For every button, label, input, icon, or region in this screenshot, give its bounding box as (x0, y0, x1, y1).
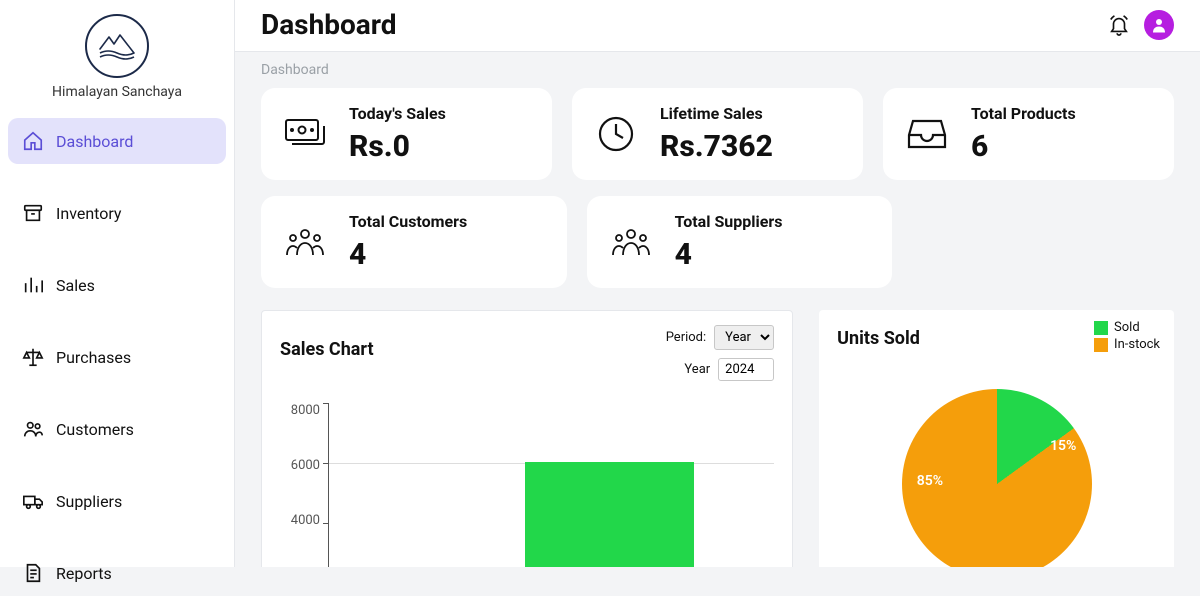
sidebar-item-sales[interactable]: Sales (8, 262, 226, 308)
sidebar-item-inventory[interactable]: Inventory (8, 190, 226, 236)
stat-label: Today's Sales (349, 104, 446, 123)
bar-chart: 8000 6000 4000 2000 (280, 403, 774, 567)
user-icon (1150, 16, 1168, 34)
year-label: Year (684, 362, 710, 377)
sidebar-nav: Dashboard Inventory Sales Purchases (0, 118, 234, 596)
units-legend: Sold In-stock (1094, 320, 1160, 354)
content: Today's Sales Rs.0 Lifetime Sales Rs.736… (235, 88, 1200, 567)
top-actions (1108, 10, 1174, 40)
stat-label: Total Customers (349, 212, 467, 231)
group-icon (609, 220, 653, 264)
plot-area (328, 403, 774, 567)
stat-label: Lifetime Sales (660, 104, 773, 123)
stat-label: Total Products (971, 104, 1076, 123)
stat-value: Rs.0 (349, 129, 446, 164)
stat-label: Total Suppliers (675, 212, 783, 231)
pie-label-sold: 15% (1050, 438, 1076, 454)
users-icon (22, 418, 44, 440)
sidebar-item-label: Purchases (56, 348, 131, 367)
y-axis: 8000 6000 4000 2000 (280, 403, 328, 567)
sales-chart-title: Sales Chart (280, 339, 374, 360)
units-sold-card: Units Sold Sold In-stock 85% (819, 310, 1174, 567)
sidebar-item-purchases[interactable]: Purchases (8, 334, 226, 380)
breadcrumb: Dashboard (235, 52, 1200, 88)
main-area: Dashboard Dashboard Today's Sales (235, 0, 1200, 567)
sidebar-item-dashboard[interactable]: Dashboard (8, 118, 226, 164)
sidebar-item-label: Inventory (56, 204, 122, 223)
pie-chart: 85% 15% (837, 389, 1156, 567)
stats-row-2: Total Customers 4 Total Suppliers 4 (261, 196, 1174, 288)
stat-card-total-products: Total Products 6 (883, 88, 1174, 180)
notifications-button[interactable] (1108, 14, 1130, 36)
sidebar-item-label: Reports (56, 564, 112, 583)
sidebar-item-label: Sales (56, 276, 95, 295)
sidebar-item-label: Dashboard (56, 132, 133, 151)
brand-logo (85, 14, 149, 78)
topbar: Dashboard (235, 0, 1200, 52)
sidebar: Himalayan Sanchaya Dashboard Inventory S… (0, 0, 235, 567)
group-icon (283, 220, 327, 264)
stat-card-lifetime-sales: Lifetime Sales Rs.7362 (572, 88, 863, 180)
cash-icon (283, 112, 327, 156)
archive-icon (22, 202, 44, 224)
truck-icon (22, 490, 44, 512)
tray-icon (905, 112, 949, 156)
sidebar-item-label: Suppliers (56, 492, 122, 511)
stat-card-total-suppliers: Total Suppliers 4 (587, 196, 893, 288)
pie-label-instock: 85% (917, 473, 943, 489)
stat-value: 6 (971, 129, 1076, 164)
stat-card-todays-sales: Today's Sales Rs.0 (261, 88, 552, 180)
document-icon (22, 562, 44, 584)
page-title: Dashboard (261, 8, 397, 41)
bell-icon (1108, 14, 1130, 36)
legend-swatch (1094, 321, 1108, 335)
scale-icon (22, 346, 44, 368)
sidebar-item-customers[interactable]: Customers (8, 406, 226, 452)
charts-row: Sales Chart Period: Year Year (261, 310, 1174, 567)
stat-value: Rs.7362 (660, 129, 773, 164)
brand-name: Himalayan Sanchaya (52, 84, 182, 100)
stat-value: 4 (349, 237, 467, 272)
avatar[interactable] (1144, 10, 1174, 40)
sidebar-item-suppliers[interactable]: Suppliers (8, 478, 226, 524)
bar-chart-icon (22, 274, 44, 296)
year-input[interactable] (718, 358, 774, 381)
clock-icon (594, 112, 638, 156)
sidebar-item-reports[interactable]: Reports (8, 550, 226, 596)
home-icon (22, 130, 44, 152)
period-controls: Period: Year Year (666, 325, 774, 381)
legend-swatch (1094, 338, 1108, 352)
brand-block: Himalayan Sanchaya (52, 14, 182, 100)
period-select[interactable]: Year (714, 325, 774, 350)
bar-series-0 (525, 462, 694, 567)
legend-item-sold: Sold (1094, 320, 1160, 335)
period-label: Period: (666, 330, 706, 345)
sidebar-item-label: Customers (56, 420, 134, 439)
stat-card-total-customers: Total Customers 4 (261, 196, 567, 288)
stat-value: 4 (675, 237, 783, 272)
stats-row-1: Today's Sales Rs.0 Lifetime Sales Rs.736… (261, 88, 1174, 180)
legend-item-instock: In-stock (1094, 337, 1160, 352)
sales-chart-card: Sales Chart Period: Year Year (261, 310, 793, 567)
